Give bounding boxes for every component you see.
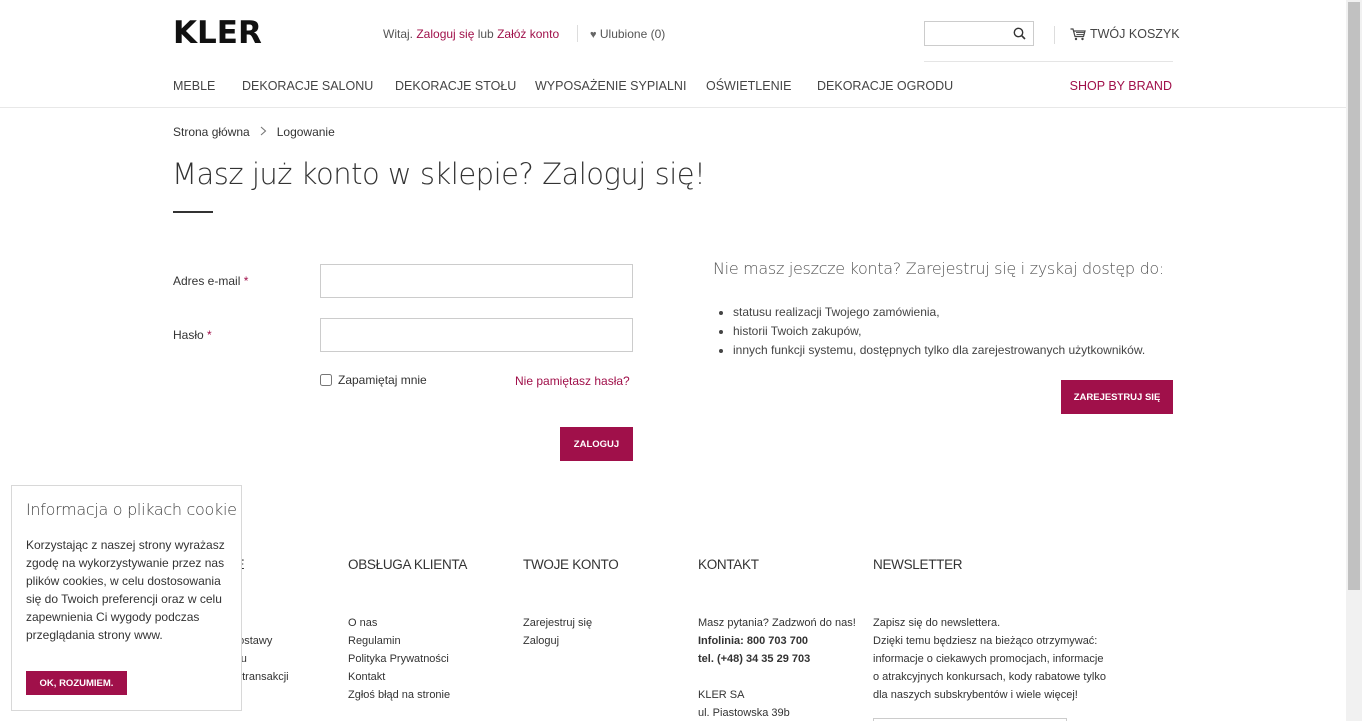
footer-col-title: NEWSLETTER [873, 557, 963, 572]
newsletter-line: Dzięki temu będziesz na bieżąco otrzymyw… [873, 635, 1098, 647]
chevron-right-icon [260, 125, 267, 139]
remember-me-checkbox[interactable] [320, 374, 332, 386]
contact-street: ul. Piastowska 39b [698, 707, 790, 719]
footer-link-report-bug[interactable]: Zgłoś błąd na stronie [348, 688, 450, 706]
scrollbar[interactable] [1346, 0, 1362, 721]
footer-link-register[interactable]: Zarejestruj się [523, 616, 592, 634]
footer-contact-text: Masz pytania? Zadzwoń do nas! Infolinia:… [698, 616, 856, 721]
list-item: historii Twoich zakupów, [733, 324, 1145, 343]
breadcrumb-home[interactable]: Strona główna [173, 125, 250, 139]
register-button[interactable]: ZAREJESTRUJ SIĘ [1061, 380, 1173, 414]
search-input[interactable] [925, 22, 1009, 45]
header-divider [577, 25, 578, 42]
register-benefits: statusu realizacji Twojego zamówienia, h… [733, 305, 1145, 362]
newsletter-line: Zapisz się do newslettera. [873, 617, 1001, 629]
title-underline [173, 211, 213, 213]
list-item: innych funkcji systemu, dostępnych tylko… [733, 343, 1145, 362]
forgot-password-link[interactable]: Nie pamiętasz hasła? [515, 374, 630, 388]
header-bottom-line [0, 107, 1346, 108]
footer-col-list: O nas Regulamin Polityka Prywatności Kon… [348, 616, 450, 706]
search-icon [1013, 27, 1026, 40]
cookie-popup: Informacja o plikach cookie Korzystając … [11, 485, 242, 711]
footer-col-title: OBSŁUGA KLIENTA [348, 557, 468, 572]
create-account-link[interactable]: Załóż konto [497, 27, 559, 41]
email-label-text: Adres e-mail [173, 274, 241, 288]
footer-link-contact[interactable]: Kontakt [348, 670, 450, 688]
welcome-text: Witaj. [383, 27, 413, 41]
nav-item-oswietlenie[interactable]: OŚWIETLENIE [706, 79, 791, 93]
footer-col-contact: KONTAKT Masz pytania? Zadzwoń do nas! In… [698, 557, 856, 719]
welcome-bar: Witaj. Zaloguj się lub Załóż konto [383, 27, 559, 41]
contact-company: KLER SA [698, 689, 745, 701]
remember-me[interactable]: Zapamiętaj mnie [320, 373, 427, 387]
heart-icon: ♥ [590, 29, 597, 41]
favorites-link[interactable]: ♥ Ulubione (0) [590, 27, 665, 41]
required-mark: * [207, 328, 212, 342]
breadcrumb: Strona główna Logowanie [173, 125, 335, 139]
footer-col-newsletter: NEWSLETTER Zapisz się do newslettera. Dz… [873, 557, 1106, 701]
contact-infoline: Infolinia: 800 703 700 [698, 635, 809, 647]
remember-me-label: Zapamiętaj mnie [338, 373, 427, 387]
nav-item-dekoracje-stolu[interactable]: DEKORACJE STOŁU [395, 79, 516, 93]
newsletter-line: dla naszych subskrybentów i wiele więcej… [873, 689, 1078, 701]
nav-item-dekoracje-ogrodu[interactable]: DEKORACJE OGRODU [817, 79, 953, 93]
footer-link-login[interactable]: Zaloguj [523, 634, 592, 652]
cart-label: TWÓJ KOSZYK [1090, 27, 1180, 41]
nav-item-shop-by-brand[interactable]: SHOP BY BRAND [1070, 79, 1172, 93]
footer-link-privacy[interactable]: Polityka Prywatności [348, 652, 450, 670]
footer-col-title: KONTAKT [698, 557, 759, 572]
scrollbar-thumb[interactable] [1348, 2, 1360, 590]
password-field[interactable] [320, 318, 633, 352]
nav-item-meble[interactable]: MEBLE [173, 79, 215, 93]
email-label: Adres e-mail * [173, 274, 248, 288]
footer-col-title: TWOJE KONTO [523, 557, 619, 572]
contact-question: Masz pytania? Zadzwoń do nas! [698, 617, 856, 629]
nav-item-dekoracje-salonu[interactable]: DEKORACJE SALONU [242, 79, 373, 93]
cart-link[interactable]: TWÓJ KOSZYK [1070, 27, 1180, 41]
favorites-label: Ulubione (0) [599, 27, 666, 41]
login-link[interactable]: Zaloguj się [416, 27, 474, 41]
search-button[interactable] [1011, 25, 1029, 43]
or-text: lub [477, 27, 494, 41]
cookie-text: Korzystając z naszej strony wyrażasz zgo… [26, 538, 225, 642]
footer-col-customer-service: OBSŁUGA KLIENTA O nas Regulamin Polityka… [348, 557, 468, 701]
footer-link-about[interactable]: O nas [348, 616, 450, 634]
newsletter-line: informacje o ciekawych promocjach, infor… [873, 653, 1104, 665]
kler-logo[interactable]: KLER [173, 18, 262, 49]
cart-divider [1054, 26, 1055, 44]
login-button[interactable]: ZALOGUJ [560, 427, 633, 461]
page-title: Masz już konto w sklepie? Zaloguj się! [172, 157, 706, 191]
footer-col-list: Zarejestruj się Zaloguj [523, 616, 592, 652]
header-separator [924, 61, 1173, 62]
cookie-title: Informacja o plikach cookie [26, 500, 237, 519]
search-box [924, 21, 1034, 46]
register-heading: Nie masz jeszcze konta? Zarejestruj się … [713, 259, 1165, 278]
email-field[interactable] [320, 264, 633, 298]
cart-icon [1070, 27, 1086, 40]
contact-phone: tel. (+48) 34 35 29 703 [698, 653, 811, 665]
cookie-accept-button[interactable]: OK, ROZUMIEM. [26, 671, 127, 695]
password-label-text: Hasło [173, 328, 204, 342]
nav-item-wyposazenie-sypialni[interactable]: WYPOSAŻENIE SYPIALNI [535, 79, 686, 93]
newsletter-line: o atrakcyjnych konkursach, kody rabatowe… [873, 671, 1106, 683]
password-label: Hasło * [173, 328, 212, 342]
list-item: statusu realizacji Twojego zamówienia, [733, 305, 1145, 324]
footer-link-terms[interactable]: Regulamin [348, 634, 450, 652]
breadcrumb-current: Logowanie [276, 125, 335, 139]
newsletter-text: Zapisz się do newslettera. Dzięki temu b… [873, 616, 1106, 706]
required-mark: * [243, 274, 249, 288]
footer-col-account: TWOJE KONTO Zarejestruj się Zaloguj [523, 557, 619, 647]
